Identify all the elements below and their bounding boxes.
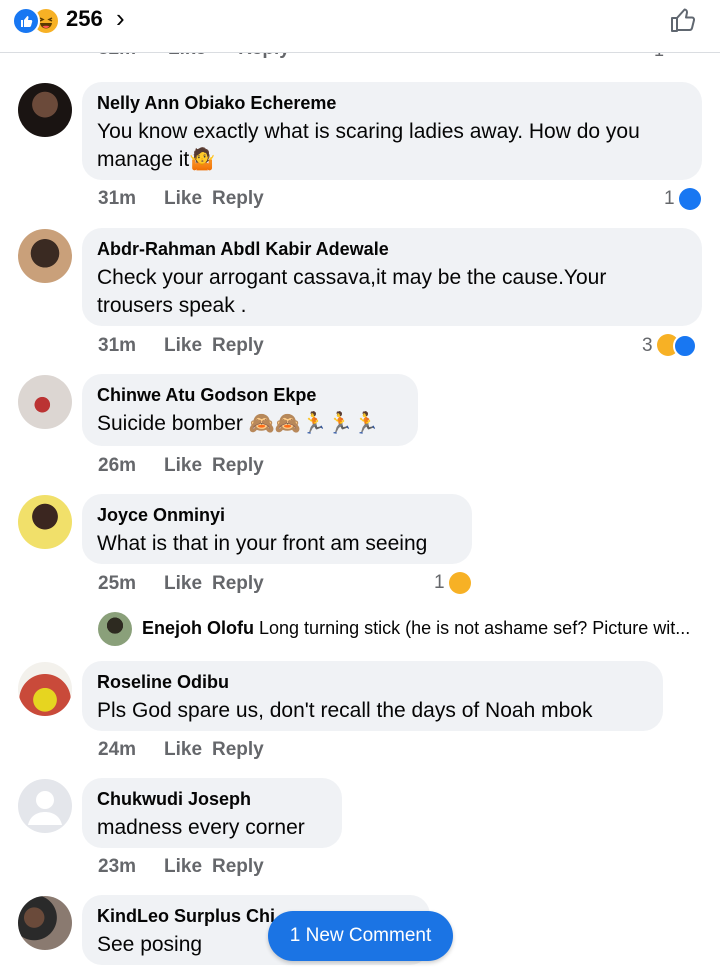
reaction-count: 3	[642, 335, 653, 356]
avatar[interactable]	[18, 375, 72, 429]
reply-link[interactable]: Reply	[212, 739, 264, 761]
comment-actions: 23m Like Reply	[98, 856, 264, 878]
comment-author[interactable]: Chukwudi Joseph	[97, 788, 326, 810]
reply-link[interactable]: Reply	[212, 188, 264, 210]
reply-link[interactable]: Reply	[212, 455, 264, 477]
avatar[interactable]	[18, 83, 72, 137]
comment-author[interactable]: Abdr-Rahman Abdl Kabir Adewale	[97, 238, 686, 260]
comment-actions: 24m Like Reply	[98, 739, 264, 761]
comment-time: 25m	[98, 573, 137, 594]
comment-bubble: Roseline Odibu Pls God spare us, don't r…	[82, 661, 663, 731]
comment-reactions[interactable]: 1	[434, 572, 471, 594]
comment-text: Suicide bomber 🙈🙈🏃🏃🏃	[97, 412, 380, 435]
avatar[interactable]	[18, 495, 72, 549]
reactions-summary-bar[interactable]: 256 ›	[0, 0, 720, 53]
reply-snippet: Long turning stick (he is not ashame sef…	[259, 618, 691, 638]
avatar[interactable]	[18, 779, 72, 833]
comment-author[interactable]: Nelly Ann Obiako Echereme	[97, 92, 686, 114]
avatar[interactable]	[18, 229, 72, 283]
comment-text: Check your arrogant cassava,it may be th…	[97, 266, 607, 317]
reply-link[interactable]: Reply	[212, 573, 264, 595]
comment-text: madness every corner	[97, 816, 305, 839]
reaction-icons	[12, 7, 66, 35]
reply-preview-text: Enejoh Olofu Long turning stick (he is n…	[142, 618, 690, 639]
comment-text: You know exactly what is scaring ladies …	[97, 120, 640, 171]
comment-author[interactable]: Chinwe Atu Godson Ekpe	[97, 384, 402, 406]
comment-text: What is that in your front am seeing	[97, 532, 428, 555]
reaction-count: 1	[434, 572, 445, 593]
reply-link[interactable]: Reply	[212, 856, 264, 878]
comment-actions: 31m Like Reply	[98, 188, 264, 210]
avatar[interactable]	[18, 662, 72, 716]
reply-preview[interactable]: Enejoh Olofu Long turning stick (he is n…	[98, 612, 718, 646]
avatar[interactable]	[18, 896, 72, 950]
comment-time: 24m	[98, 739, 137, 760]
chevron-right-icon[interactable]: ›	[116, 3, 125, 34]
comment-actions: 31m Like Reply	[98, 335, 264, 357]
comment-time: 26m	[98, 455, 137, 476]
like-link[interactable]: Like	[164, 455, 212, 477]
comment-author[interactable]: Roseline Odibu	[97, 671, 647, 693]
like-link[interactable]: Like	[164, 856, 212, 878]
haha-reaction-icon	[448, 572, 471, 594]
like-reaction-icon	[12, 7, 40, 35]
comment-bubble: Chinwe Atu Godson Ekpe Suicide bomber 🙈🙈…	[82, 374, 418, 446]
like-reaction-icon	[672, 334, 697, 358]
comment-bubble: Joyce Onminyi What is that in your front…	[82, 494, 472, 564]
reply-author[interactable]: Enejoh Olofu	[142, 618, 254, 638]
comment-time: 31m	[98, 335, 137, 356]
like-link[interactable]: Like	[164, 739, 212, 761]
avatar[interactable]	[98, 612, 132, 646]
comment-reactions[interactable]: 1	[664, 188, 701, 210]
thumbs-up-icon[interactable]	[668, 5, 698, 35]
comment-time: 31m	[98, 188, 137, 209]
reaction-count: 1	[664, 188, 675, 209]
like-reaction-icon	[678, 188, 701, 210]
like-link[interactable]: Like	[164, 188, 212, 210]
comment-reactions[interactable]: 3	[642, 334, 697, 358]
comment-author[interactable]: Joyce Onminyi	[97, 504, 456, 526]
comment-actions: 25m Like Reply	[98, 573, 264, 595]
reaction-count[interactable]: 256	[66, 6, 103, 32]
new-comment-button[interactable]: 1 New Comment	[268, 911, 453, 961]
like-link[interactable]: Like	[164, 573, 212, 595]
comment-bubble: Nelly Ann Obiako Echereme You know exact…	[82, 82, 702, 180]
comment-bubble: Abdr-Rahman Abdl Kabir Adewale Check you…	[82, 228, 702, 326]
default-avatar-icon	[28, 791, 62, 825]
reply-link[interactable]: Reply	[212, 335, 264, 357]
comment-time: 23m	[98, 856, 137, 877]
comment-actions: 26m Like Reply	[98, 455, 264, 477]
comment-bubble: Chukwudi Joseph madness every corner	[82, 778, 342, 848]
like-link[interactable]: Like	[164, 335, 212, 357]
comment-text: Pls God spare us, don't recall the days …	[97, 699, 593, 722]
